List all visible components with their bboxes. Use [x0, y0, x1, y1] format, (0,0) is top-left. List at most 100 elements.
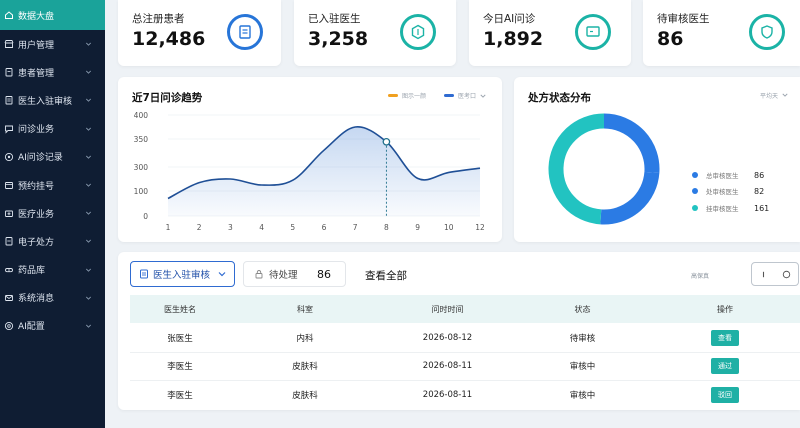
- lock-icon: [255, 270, 263, 279]
- column-header: 状态: [574, 304, 591, 314]
- sidebar-item[interactable]: 药品库: [0, 256, 105, 284]
- y-tick-label: 350: [134, 135, 149, 144]
- y-tick-label: 300: [134, 163, 149, 172]
- sidebar-item[interactable]: 问诊业务: [0, 115, 105, 143]
- chevron-down-icon: [85, 97, 92, 104]
- circle-icon[interactable]: [782, 270, 791, 279]
- x-tick-label: 2: [197, 223, 202, 232]
- cell-dept: 内科: [296, 334, 314, 344]
- cell-action: 查看: [650, 330, 800, 346]
- table-header: 医生姓名 科室 问时时间 状态 操作: [130, 295, 800, 323]
- donut-slice: [603, 113, 660, 173]
- y-tick-label: 100: [134, 187, 149, 196]
- sidebar-item-label: 医疗业务: [18, 209, 55, 220]
- cell-action: 驳回: [650, 386, 800, 403]
- sidebar-item-label: AI配置: [18, 322, 45, 333]
- sidebar-item-label: 药品库: [18, 266, 46, 277]
- chevron-down-icon: [85, 322, 92, 329]
- table-row: 李医生 皮肤科 2026-08-11 审核中 驳回: [130, 380, 800, 409]
- ledger-icon: [227, 14, 263, 50]
- donut-legend-item: 处审核医生 82: [692, 186, 772, 196]
- cell-status: 待审核: [569, 334, 596, 344]
- chevron-down-icon: [218, 272, 226, 277]
- stat-card-ai: 今日AI问诊 1,892: [469, 0, 631, 66]
- chevron-down-icon: [85, 210, 92, 217]
- reject-button[interactable]: 驳回: [711, 386, 739, 403]
- sidebar-item[interactable]: 患者管理: [0, 58, 105, 86]
- sidebar-item[interactable]: 预约挂号: [0, 171, 105, 199]
- column-header: 问时时间: [431, 304, 464, 314]
- review-filter-select[interactable]: 医生入驻审核: [130, 261, 235, 287]
- cell-dept: 皮肤科: [292, 390, 318, 401]
- distribution-panel: 处方状态分布 平均天 总审核医生 86 处审核医生 82 挂审核医生 161: [514, 77, 800, 242]
- ai-icon: [4, 152, 14, 162]
- sidebar-item[interactable]: 医疗业务: [0, 199, 105, 227]
- sidebar-item[interactable]: 医生入驻审核: [0, 86, 105, 114]
- sidebar-item[interactable]: 用户管理: [0, 30, 105, 58]
- legend-label: 挂审核医生: [706, 205, 739, 213]
- donut-legend-item: 总审核医生 86: [692, 170, 772, 180]
- hex-icon: [400, 14, 436, 50]
- chevron-down-icon: [85, 238, 92, 245]
- stat-label: 今日AI问诊: [483, 13, 536, 25]
- monitor-icon: [575, 14, 611, 50]
- legend-dot: [692, 188, 698, 194]
- column-header: 科室: [297, 304, 313, 314]
- sidebar: 数据大盘用户管理患者管理医生入驻审核问诊业务 AI问诊记录 预约挂号医疗业务电子处方…: [0, 0, 105, 428]
- legend-dot: [692, 172, 698, 178]
- sidebar-item-label: 用户管理: [18, 40, 55, 51]
- medical-icon: [4, 208, 14, 218]
- chat-icon: [4, 124, 14, 134]
- cell-date: 2026-08-11: [422, 361, 473, 371]
- x-tick-label: 4: [259, 223, 264, 232]
- x-tick-label: 12: [475, 223, 485, 232]
- sidebar-item-label: 数据大盘: [18, 11, 55, 22]
- stat-label: 总注册患者: [132, 13, 185, 25]
- x-tick-label: 9: [415, 223, 420, 232]
- sidebar-item-label: 医生入驻审核: [18, 96, 73, 107]
- pending-count: 86: [317, 267, 331, 281]
- cell-status: 审核中: [569, 390, 596, 401]
- y-tick-label: 400: [134, 111, 149, 120]
- sidebar-item[interactable]: AI配置: [0, 312, 105, 340]
- trend-panel: 近7日问诊趋势 图示一颜 医考口 0 100 300 350 400 1 2 3 4 5 6 7 8 9 1…: [118, 77, 502, 242]
- legend-value: 161: [754, 203, 770, 213]
- document-icon: [140, 269, 148, 279]
- legend-value: 86: [754, 170, 765, 180]
- cell-name: 李医生: [167, 390, 193, 401]
- info-icon[interactable]: [759, 270, 768, 279]
- stat-label: 待审核医生: [657, 13, 710, 25]
- cell-name: 张医生: [167, 334, 193, 344]
- sidebar-item[interactable]: AI问诊记录: [0, 143, 105, 171]
- column-header: 操作: [717, 304, 733, 314]
- stat-card-patients: 总注册患者 12,486: [118, 0, 281, 66]
- approve-button[interactable]: 通过: [711, 358, 739, 374]
- pending-filter[interactable]: 待处理 86: [243, 261, 346, 287]
- legend-label: 处审核医生: [706, 188, 739, 196]
- settings-icon: [4, 321, 14, 331]
- chevron-down-icon: [85, 69, 92, 76]
- review-filter-label: 医生入驻审核: [153, 270, 211, 281]
- toolbar-toggle[interactable]: [751, 262, 799, 286]
- cell-status: 审核中: [569, 362, 596, 372]
- view-button[interactable]: 查看: [711, 330, 739, 346]
- donut-slice: [600, 171, 660, 225]
- sidebar-item-label: 电子处方: [18, 237, 55, 248]
- chevron-down-icon: [85, 266, 92, 273]
- view-all-link[interactable]: 查看全部: [365, 268, 407, 283]
- donut-legend-item: 挂审核医生 161: [692, 203, 772, 213]
- sidebar-item[interactable]: 电子处方: [0, 227, 105, 255]
- series-area: [168, 126, 480, 216]
- stat-value: 1,892: [483, 28, 544, 50]
- sidebar-item[interactable]: 数据大盘: [0, 0, 105, 30]
- stat-value: 86: [657, 28, 684, 50]
- sidebar-item[interactable]: 系统消息: [0, 284, 105, 312]
- x-tick-label: 6: [322, 223, 327, 232]
- x-tick-label: 5: [290, 223, 295, 232]
- calendar-icon: [4, 180, 14, 190]
- x-tick-label: 10: [444, 223, 454, 232]
- donut-chart: [548, 113, 660, 225]
- sidebar-item-label: 系统消息: [18, 294, 55, 305]
- cell-date: 2026-08-11: [422, 389, 473, 400]
- table-row: 张医生 内科 2026-08-12 待审核 查看: [130, 324, 800, 353]
